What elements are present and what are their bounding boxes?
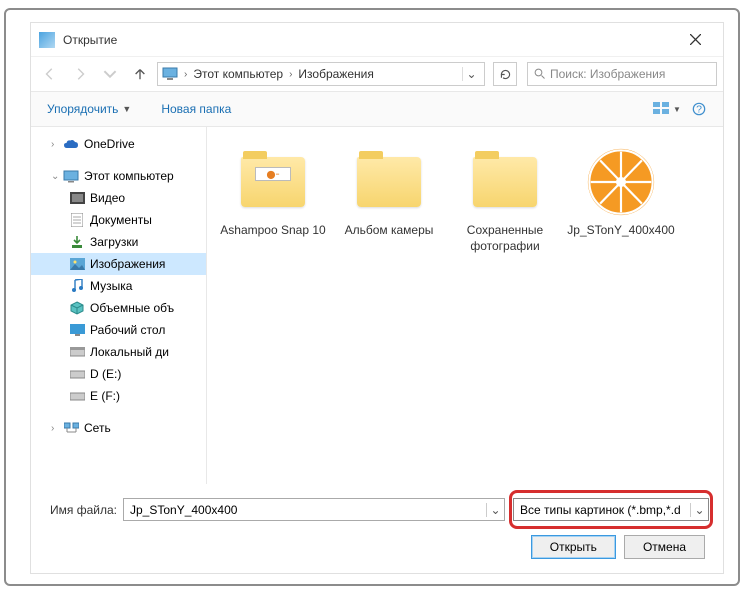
tree-desktop[interactable]: Рабочий стол [31, 319, 206, 341]
close-icon [690, 34, 701, 45]
titlebar: Открытие [31, 23, 723, 57]
tree-videos[interactable]: Видео [31, 187, 206, 209]
address-bar[interactable]: › Этот компьютер › Изображения ⌄ [157, 62, 485, 86]
tree-downloads[interactable]: Загрузки [31, 231, 206, 253]
search-icon [534, 68, 546, 80]
breadcrumb-root[interactable]: Этот компьютер [189, 67, 287, 81]
tree-pictures[interactable]: Изображения [31, 253, 206, 275]
filename-combo[interactable]: ⌄ [123, 498, 505, 521]
help-button[interactable]: ? [685, 97, 713, 121]
tree-onedrive[interactable]: ›OneDrive [31, 133, 206, 155]
image-thumbnail-icon [585, 146, 657, 218]
this-pc-icon [162, 67, 178, 81]
nav-back-button[interactable] [37, 61, 63, 87]
filetype-dropdown[interactable]: ⌄ [690, 503, 708, 517]
nav-up-button[interactable] [127, 61, 153, 87]
search-placeholder: Поиск: Изображения [550, 67, 665, 81]
chevron-right-icon: › [287, 69, 294, 80]
toolbar: Упорядочить▼ Новая папка ▼ ? [31, 91, 723, 127]
window-title: Открытие [63, 33, 675, 47]
open-file-dialog: Открытие › Этот компьютер › Изображения … [30, 22, 724, 574]
tree-this-pc[interactable]: ⌄Этот компьютер [31, 165, 206, 187]
tree-drive-d[interactable]: D (E:) [31, 363, 206, 385]
svg-text:?: ? [696, 104, 702, 116]
file-item[interactable]: Сохраненные фотографии [447, 143, 563, 273]
dialog-footer: Имя файла: ⌄ Все типы картинок (*.bmp,*.… [31, 484, 723, 573]
refresh-button[interactable] [493, 62, 517, 86]
breadcrumb-current[interactable]: Изображения [294, 67, 377, 81]
filename-input[interactable] [124, 503, 486, 517]
organize-button[interactable]: Упорядочить▼ [41, 98, 137, 120]
file-label: Ashampoo Snap 10 [216, 223, 329, 239]
file-item[interactable]: Jp_STonY_400x400 [563, 143, 679, 273]
file-item[interactable]: Альбом камеры [331, 143, 447, 273]
nav-forward-button[interactable] [67, 61, 93, 87]
file-label: Сохраненные фотографии [447, 223, 563, 254]
new-folder-button[interactable]: Новая папка [155, 98, 237, 120]
file-list: ⬤ｰ Ashampoo Snap 10 Альбом камеры Сохран… [207, 127, 723, 484]
tree-3d-objects[interactable]: Объемные объ [31, 297, 206, 319]
tree-local-disk[interactable]: Локальный ди [31, 341, 206, 363]
tree-network[interactable]: ›Сеть [31, 417, 206, 439]
view-options-button[interactable]: ▼ [653, 97, 681, 121]
chevron-right-icon: › [182, 69, 189, 80]
nav-recent-button[interactable] [97, 61, 123, 87]
file-item[interactable]: ⬤ｰ Ashampoo Snap 10 [215, 143, 331, 273]
filename-dropdown[interactable]: ⌄ [486, 503, 504, 517]
file-label: Альбом камеры [341, 223, 438, 239]
search-input[interactable]: Поиск: Изображения [527, 62, 717, 86]
tree-drive-e[interactable]: E (F:) [31, 385, 206, 407]
sidebar-tree: ›OneDrive ⌄Этот компьютер Видео Документ… [31, 127, 207, 484]
close-button[interactable] [675, 25, 715, 55]
nav-bar: › Этот компьютер › Изображения ⌄ Поиск: … [31, 57, 723, 91]
cancel-button[interactable]: Отмена [624, 535, 705, 559]
app-icon [39, 32, 55, 48]
open-button[interactable]: Открыть [531, 535, 616, 559]
folder-badge-icon: ⬤ｰ [255, 167, 291, 181]
tree-documents[interactable]: Документы [31, 209, 206, 231]
filetype-filter-combo[interactable]: Все типы картинок (*.bmp,*.d ⌄ [513, 498, 709, 521]
address-dropdown[interactable]: ⌄ [462, 67, 480, 81]
tree-music[interactable]: Музыка [31, 275, 206, 297]
filetype-filter-text: Все типы картинок (*.bmp,*.d [514, 503, 690, 517]
file-label: Jp_STonY_400x400 [563, 223, 678, 239]
filename-label: Имя файла: [45, 503, 117, 517]
